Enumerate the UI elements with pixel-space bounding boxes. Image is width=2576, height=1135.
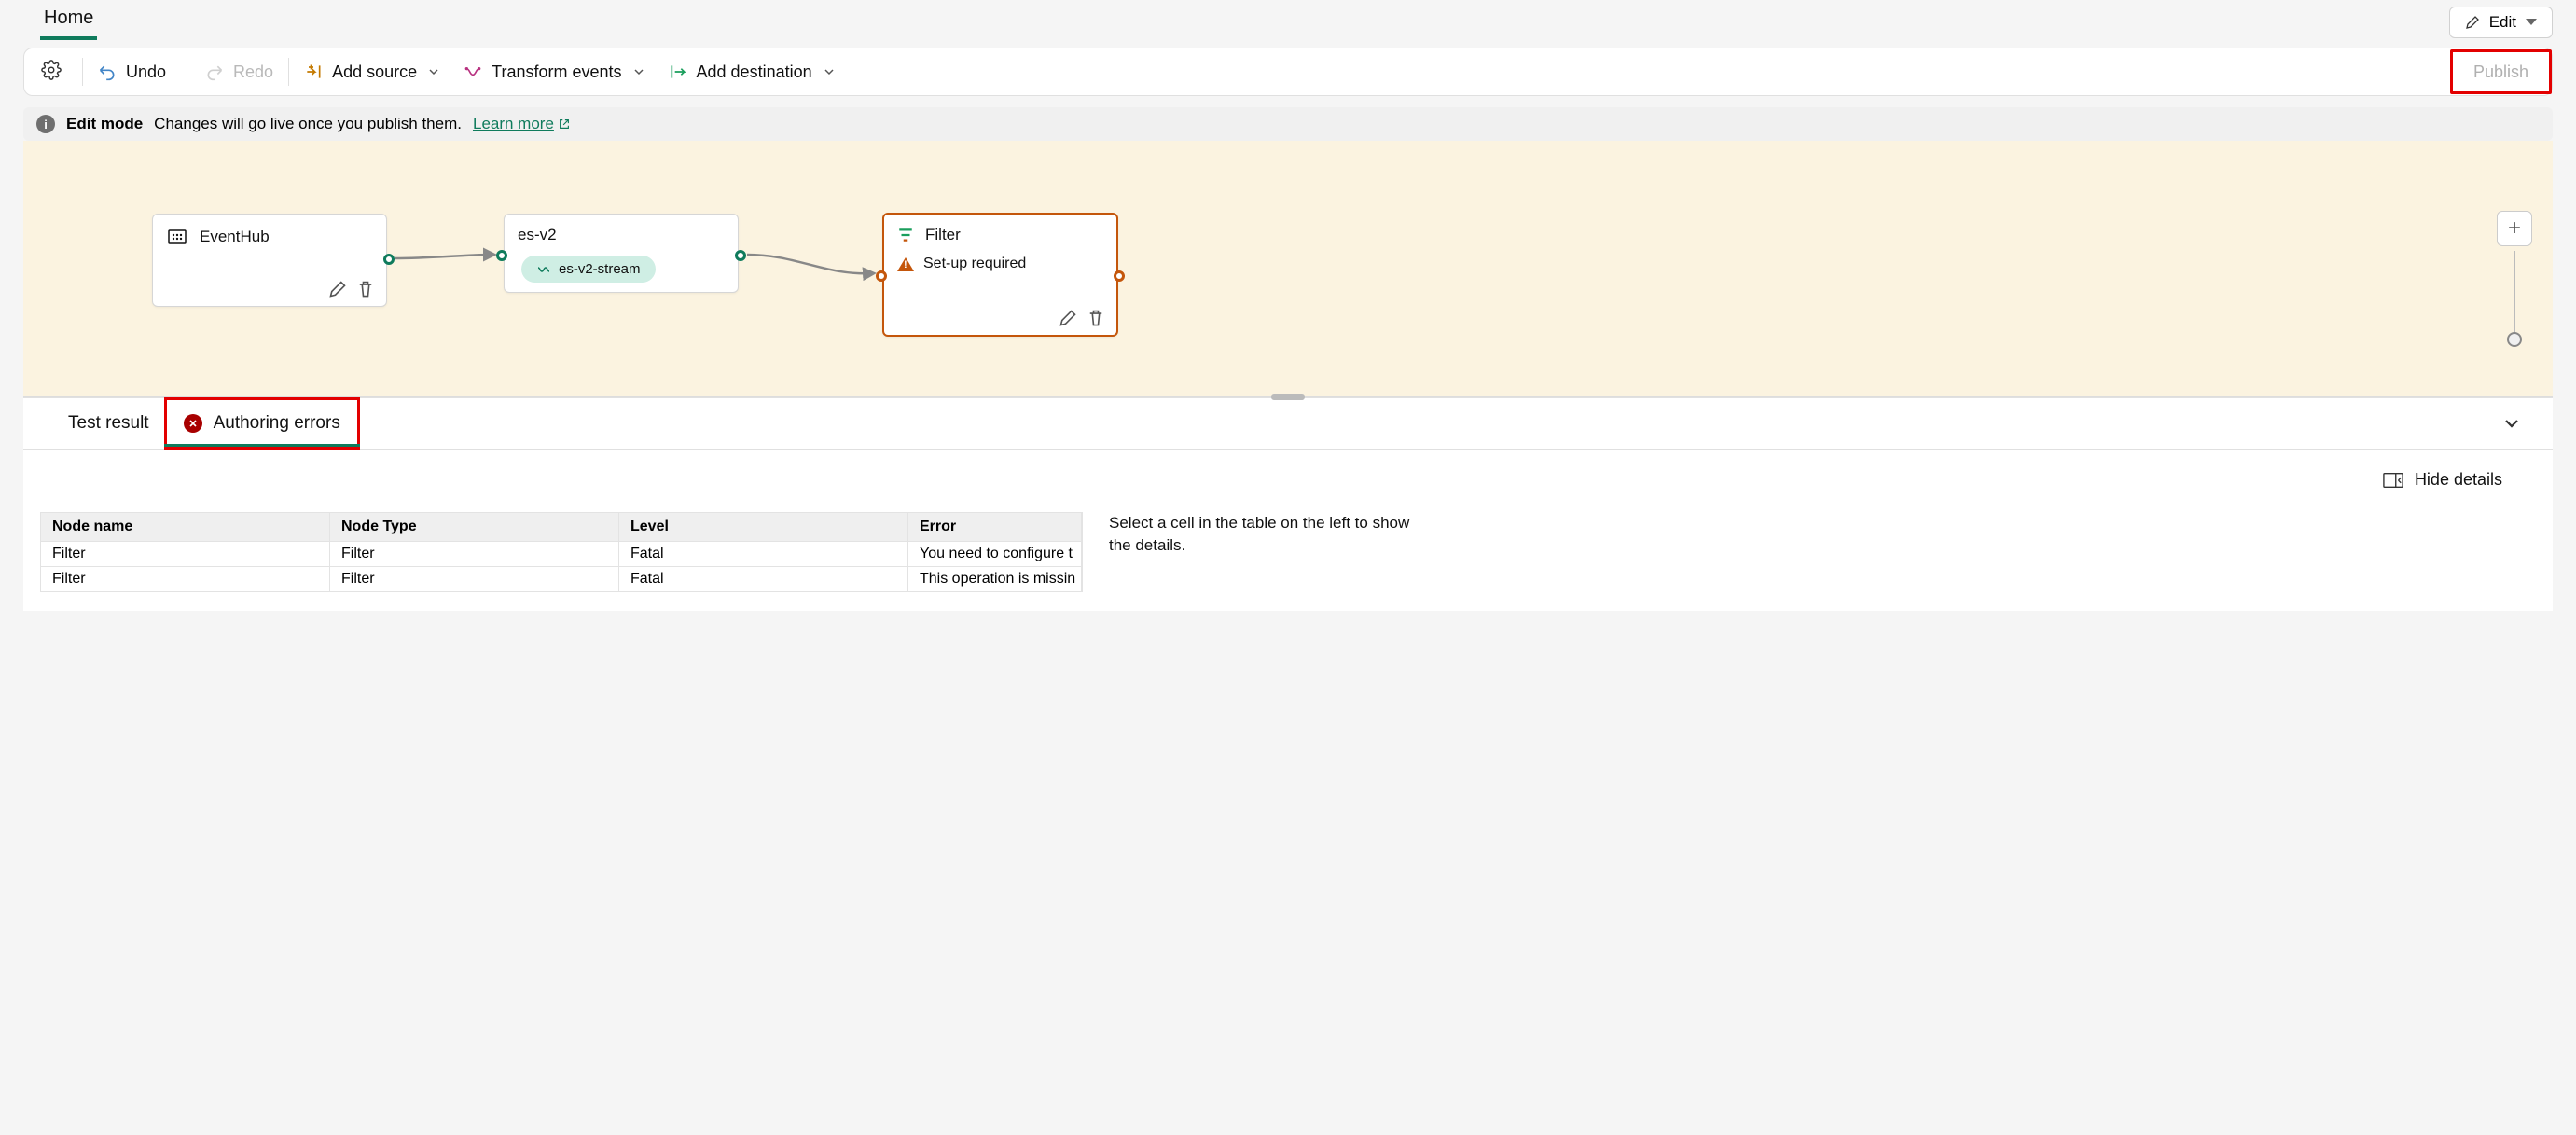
edit-label: Edit: [2489, 13, 2516, 32]
cell-error[interactable]: This operation is missin: [908, 566, 1082, 591]
hide-details-button[interactable]: Hide details: [23, 450, 2553, 501]
stream-icon: [536, 262, 551, 277]
pencil-icon[interactable]: [1059, 309, 1077, 327]
learn-more-label: Learn more: [473, 115, 554, 133]
filter-icon: [897, 227, 914, 243]
results-panel: Test result Authoring errors Hide detail…: [23, 397, 2553, 611]
edges: [23, 141, 2553, 396]
add-destination-button[interactable]: Add destination: [658, 57, 848, 88]
cell-level[interactable]: Fatal: [619, 541, 908, 566]
info-mode: Edit mode: [66, 115, 143, 133]
stream-label: es-v2-stream: [559, 261, 641, 277]
trash-icon[interactable]: [356, 280, 375, 298]
undo-label: Undo: [126, 62, 166, 82]
node-esv2-title: es-v2: [518, 226, 557, 244]
table-row[interactable]: Filter Filter Fatal This operation is mi…: [41, 566, 1082, 591]
col-error[interactable]: Error: [908, 513, 1082, 541]
eventhub-icon: [166, 226, 188, 248]
col-node-name[interactable]: Node name: [41, 513, 330, 541]
tab-authoring-errors-label: Authoring errors: [214, 413, 340, 434]
filter-warning-text: Set-up required: [923, 256, 1026, 272]
publish-label: Publish: [2473, 62, 2528, 82]
hide-details-icon: [2383, 472, 2403, 489]
info-message: Changes will go live once you publish th…: [154, 115, 462, 133]
pencil-icon: [2465, 15, 2480, 30]
port-in[interactable]: [496, 250, 507, 261]
cell-type[interactable]: Filter: [330, 541, 619, 566]
node-eventhub-title: EventHub: [200, 228, 270, 246]
toolbar: Undo Redo Add source Transform events Ad…: [23, 48, 2553, 96]
tab-test-result[interactable]: Test result: [53, 398, 164, 449]
pencil-icon[interactable]: [328, 280, 347, 298]
undo-icon: [98, 62, 117, 81]
details-placeholder: Select a cell in the table on the left t…: [1109, 512, 1426, 592]
stream-pill[interactable]: es-v2-stream: [521, 256, 656, 283]
collapse-panel-icon[interactable]: [2500, 412, 2523, 435]
transform-icon: [464, 62, 482, 81]
chevron-down-icon: [426, 64, 441, 79]
node-filter[interactable]: Filter Set-up required: [882, 213, 1118, 337]
gear-icon: [41, 60, 62, 80]
add-source-icon: [304, 62, 323, 81]
add-destination-label: Add destination: [697, 62, 812, 82]
add-node-button[interactable]: +: [2497, 211, 2532, 246]
transform-label: Transform events: [492, 62, 621, 82]
redo-icon: [205, 62, 224, 81]
chevron-down-icon: [822, 64, 837, 79]
node-esv2[interactable]: es-v2 es-v2-stream: [504, 214, 739, 293]
edit-button[interactable]: Edit: [2449, 7, 2553, 38]
info-icon: i: [36, 115, 55, 133]
port-out[interactable]: [383, 254, 395, 265]
external-link-icon: [558, 118, 571, 131]
tab-home[interactable]: Home: [40, 4, 97, 40]
cell-name[interactable]: Filter: [41, 541, 330, 566]
chevron-down-icon: [631, 64, 646, 79]
cell-error[interactable]: You need to configure t: [908, 541, 1082, 566]
error-badge-icon: [184, 414, 202, 433]
errors-table: Node name Node Type Level Error Filter F…: [40, 512, 1083, 592]
node-eventhub[interactable]: EventHub: [152, 214, 387, 307]
cell-type[interactable]: Filter: [330, 566, 619, 591]
col-level[interactable]: Level: [619, 513, 908, 541]
add-destination-icon: [669, 62, 687, 81]
warning-icon: [897, 257, 914, 271]
hide-details-label: Hide details: [2415, 470, 2502, 490]
panel-tabs: Test result Authoring errors: [23, 398, 2553, 450]
table-row[interactable]: Filter Filter Fatal You need to configur…: [41, 541, 1082, 566]
node-filter-title: Filter: [925, 226, 961, 244]
undo-button[interactable]: Undo: [87, 57, 177, 88]
zoom-thumb[interactable]: [2507, 332, 2522, 347]
transform-events-button[interactable]: Transform events: [452, 57, 657, 88]
info-bar: i Edit mode Changes will go live once yo…: [23, 107, 2553, 141]
add-source-label: Add source: [332, 62, 417, 82]
filter-warning: Set-up required: [884, 256, 1116, 272]
add-source-button[interactable]: Add source: [293, 57, 452, 88]
port-in[interactable]: [876, 270, 887, 282]
flow-canvas[interactable]: EventHub es-v2 es-v2-stream Fil: [23, 141, 2553, 397]
publish-button[interactable]: Publish: [2450, 49, 2552, 94]
col-node-type[interactable]: Node Type: [330, 513, 619, 541]
settings-button[interactable]: [24, 60, 78, 85]
zoom-slider[interactable]: [2514, 251, 2515, 339]
redo-label: Redo: [233, 62, 273, 82]
cell-level[interactable]: Fatal: [619, 566, 908, 591]
port-out[interactable]: [735, 250, 746, 261]
port-out[interactable]: [1114, 270, 1125, 282]
cell-name[interactable]: Filter: [41, 566, 330, 591]
page-header: Home Edit: [23, 0, 2553, 40]
tab-authoring-errors[interactable]: Authoring errors: [164, 397, 360, 450]
learn-more-link[interactable]: Learn more: [473, 115, 571, 133]
chevron-down-icon: [2526, 19, 2537, 25]
redo-button[interactable]: Redo: [194, 57, 284, 88]
trash-icon[interactable]: [1087, 309, 1105, 327]
